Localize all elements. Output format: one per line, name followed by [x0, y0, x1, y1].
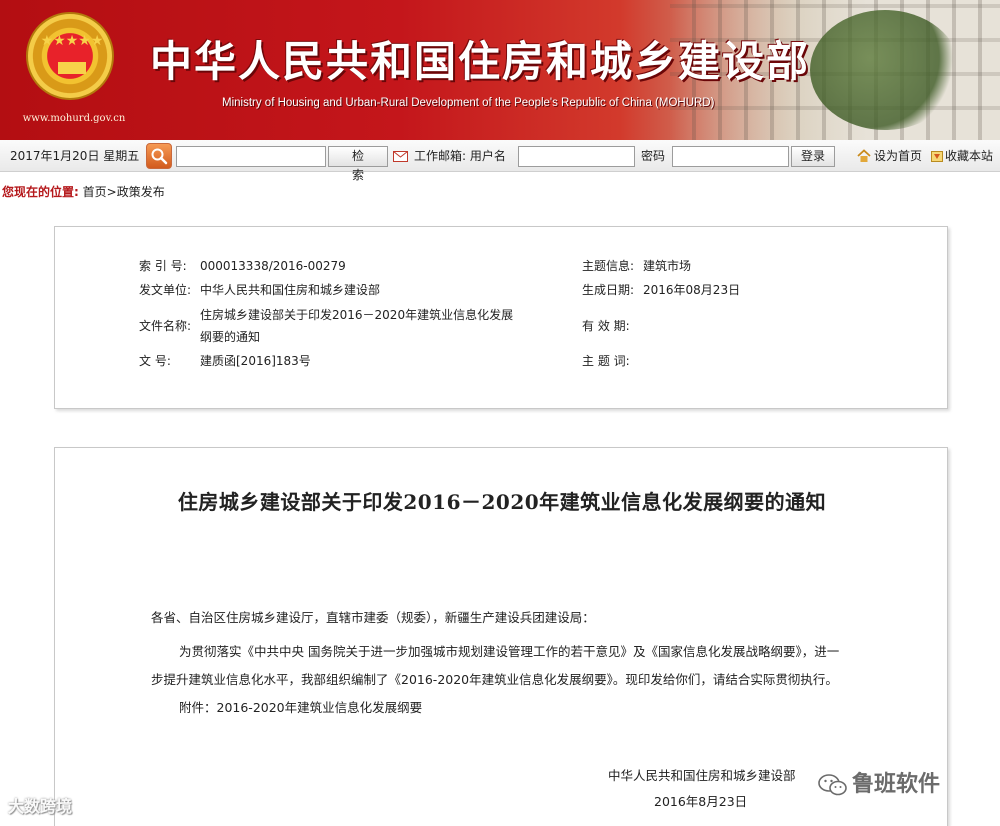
wechat-icon: [818, 774, 847, 796]
password-label: 密码: [641, 149, 666, 163]
password-input[interactable]: [672, 146, 789, 167]
mail-icon: [393, 151, 408, 162]
watermark-left: 大数跨境: [8, 797, 73, 816]
index-no-value: 000013338/2016-00279: [200, 259, 346, 273]
document-meta-panel: 索 引 号: 000013338/2016-00279 发文单位: 中华人民共和…: [54, 226, 948, 409]
site-subtitle: Ministry of Housing and Urban-Rural Deve…: [222, 97, 715, 109]
doc-no-label: 文 号:: [139, 354, 171, 368]
index-no-label: 索 引 号:: [139, 259, 187, 273]
username-input[interactable]: [518, 146, 635, 167]
search-input[interactable]: [176, 146, 326, 167]
document-body: 为贯彻落实《中共中央 国务院关于进一步加强城市规划建设管理工作的若干意见》及《国…: [151, 644, 840, 687]
search-button[interactable]: 检 索: [328, 146, 388, 182]
site-title: 中华人民共和国住房和城乡建设部: [150, 37, 811, 86]
watermark-right: 鲁班软件: [818, 766, 940, 798]
breadcrumb-label: 您现在的位置:: [2, 185, 79, 199]
emblem-stars-icon: ★★★★★: [40, 33, 104, 49]
search-icon-button[interactable]: [146, 143, 172, 169]
national-emblem-icon: ★★★★★: [26, 12, 114, 100]
site-url: www.mohurd.gov.cn: [22, 113, 126, 124]
site-banner: ★★★★★ www.mohurd.gov.cn 中华人民共和国住房和城乡建设部 …: [0, 0, 1000, 140]
document-title: 住房城乡建设部关于印发2016－2020年建筑业信息化发展纲要的通知: [177, 490, 827, 514]
document-salutation: 各省、自治区住房城乡建设厅，直辖市建委（规委），新疆生产建设兵团建设局：: [151, 610, 595, 625]
subject-label: 主题信息:: [582, 259, 635, 273]
breadcrumb-path[interactable]: 首页>政策发布: [83, 185, 165, 199]
document-date: 2016年8月23日: [654, 794, 748, 809]
document-attachment[interactable]: 附件：2016-2020年建筑业信息化发展纲要: [179, 696, 422, 720]
watermark-right-text: 鲁班软件: [852, 772, 941, 797]
issuer-label: 发文单位:: [139, 283, 192, 297]
created-date-value: 2016年08月23日: [643, 283, 741, 297]
top-toolbar: 2017年1月20日 星期五 检 索 工作邮箱: 用户名 密码 登录 设为首页 …: [0, 140, 1000, 182]
bookmark-icon: [931, 151, 943, 162]
filename-value: 住房城乡建设部关于印发2016－2020年建筑业信息化发展纲要的通知: [200, 308, 514, 344]
document-content-panel: 住房城乡建设部关于印发2016－2020年建筑业信息化发展纲要的通知 各省、自治…: [54, 447, 948, 826]
mail-username-label: 工作邮箱: 用户名: [414, 149, 506, 163]
set-home-link[interactable]: 设为首页: [874, 140, 922, 172]
tree-photo: [810, 10, 960, 130]
created-date-label: 生成日期:: [582, 283, 635, 297]
doc-no-value: 建质函[2016]183号: [200, 354, 311, 368]
bookmark-link[interactable]: 收藏本站: [945, 140, 993, 172]
search-icon: [151, 148, 168, 165]
home-icon: [857, 149, 871, 162]
keywords-label: 主 题 词:: [582, 354, 630, 368]
login-button[interactable]: 登录: [791, 146, 835, 167]
emblem-gate-icon: [58, 62, 86, 74]
filename-label: 文件名称:: [139, 319, 192, 333]
breadcrumb: 您现在的位置: 首页>政策发布: [2, 183, 165, 200]
valid-period-label: 有 效 期:: [582, 319, 630, 333]
subject-value: 建筑市场: [643, 259, 692, 273]
current-date: 2017年1月20日 星期五: [10, 149, 140, 163]
issuer-value: 中华人民共和国住房和城乡建设部: [200, 283, 381, 297]
document-signature: 中华人民共和国住房和城乡建设部: [608, 768, 796, 783]
